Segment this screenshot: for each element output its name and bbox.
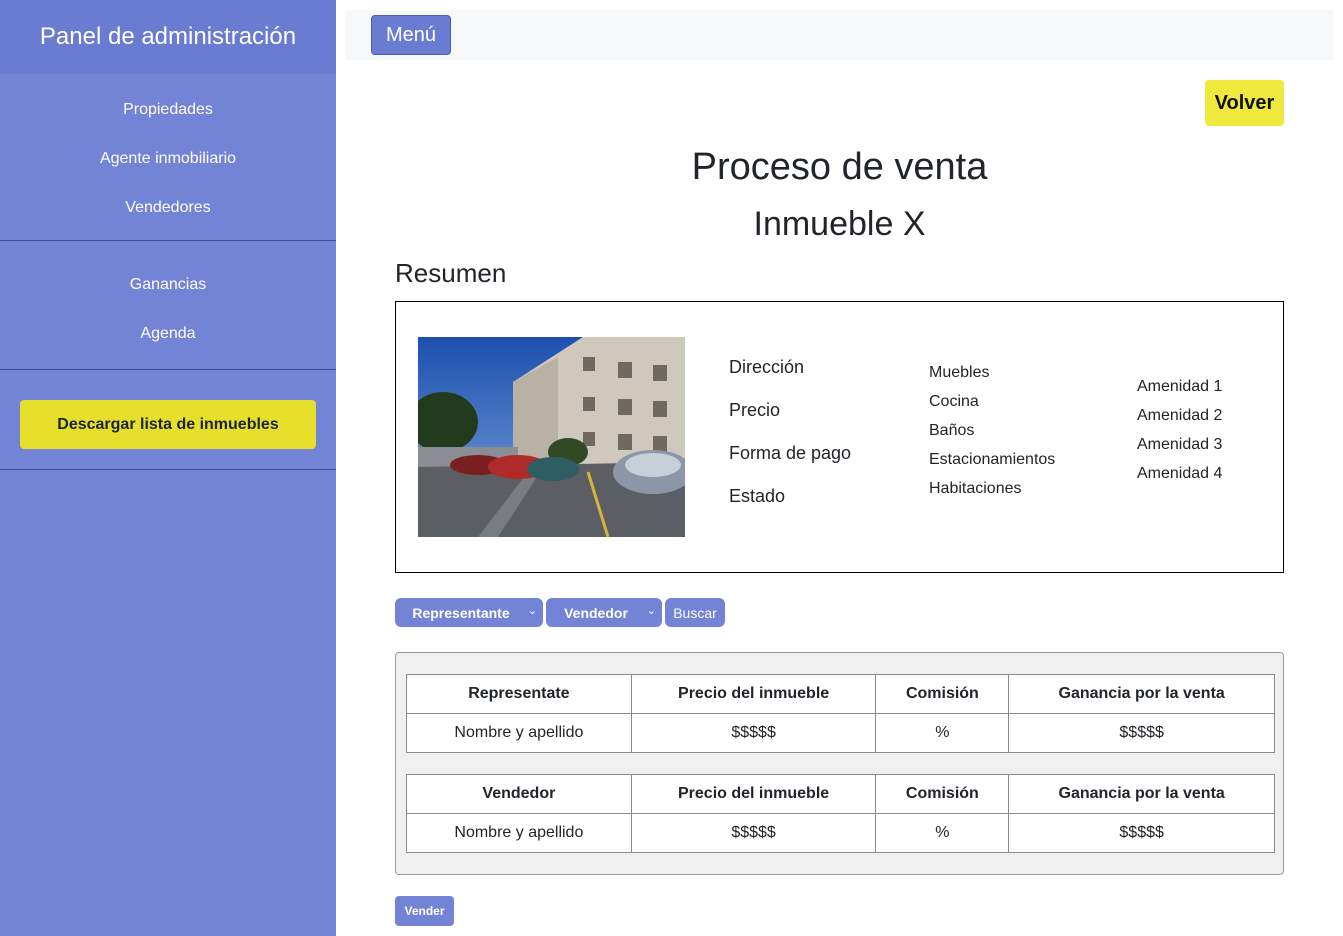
sidebar-item-agenda[interactable]: Agenda (0, 311, 336, 360)
feature-habitaciones: Habitaciones (929, 480, 1022, 497)
details-column: Dirección Precio Forma de pago Estado (729, 357, 851, 529)
table-cell: % (875, 713, 1010, 753)
sidebar-title: Panel de administración (0, 0, 336, 74)
detail-direccion: Dirección (729, 357, 805, 377)
sell-button[interactable]: Vender (395, 896, 454, 926)
amenity-4: Amenidad 4 (1137, 465, 1223, 482)
detail-precio: Precio (729, 400, 781, 420)
search-button[interactable]: Buscar (665, 598, 725, 627)
summary-heading: Resumen (395, 258, 507, 288)
chevron-down-icon: ⌄ (527, 605, 537, 617)
representante-select[interactable]: Representante ⌄ (395, 598, 543, 627)
table-cell: Nombre y apellido (406, 813, 632, 853)
amenity-3: Amenidad 3 (1137, 436, 1223, 453)
filter-bar: Representante ⌄ Vendedor ⌄ Buscar (395, 598, 725, 627)
back-button[interactable]: Volver (1205, 80, 1284, 126)
table-header: Representate (406, 674, 632, 714)
feature-cocina: Cocina (929, 393, 979, 410)
sidebar-item-ganancias[interactable]: Ganancias (0, 262, 336, 311)
seller-table: Vendedor Precio del inmueble Comisión Ga… (406, 774, 1275, 853)
detail-estado: Estado (729, 486, 786, 506)
representative-table: Representate Precio del inmueble Comisió… (406, 674, 1275, 753)
nav-group-secondary: Ganancias Agenda (0, 241, 336, 370)
sidebar-item-vendedores[interactable]: Vendedores (0, 185, 336, 234)
table-header: Precio del inmueble (630, 774, 877, 814)
property-name: Inmueble X (753, 205, 926, 243)
sidebar-item-agente[interactable]: Agente inmobiliario (0, 136, 336, 185)
vendedor-select-label: Vendedor (564, 604, 628, 621)
table-cell: $$$$$ (630, 813, 877, 853)
table-cell: % (875, 813, 1010, 853)
feature-estacionamientos: Estacionamientos (929, 451, 1056, 468)
nav-group-main: Propiedades Agente inmobiliario Vendedor… (0, 74, 336, 241)
table-header: Ganancia por la venta (1008, 674, 1275, 714)
summary-card: Dirección Precio Forma de pago Estado Mu… (395, 301, 1284, 573)
table-header: Precio del inmueble (630, 674, 877, 714)
commission-tables: Representate Precio del inmueble Comisió… (395, 652, 1284, 875)
table-row: Nombre y apellido $$$$$ % $$$$$ (406, 713, 1275, 753)
table-cell: Nombre y apellido (406, 713, 632, 753)
vendedor-select[interactable]: Vendedor ⌄ (546, 598, 662, 627)
table-header: Ganancia por la venta (1008, 774, 1275, 814)
menu-button[interactable]: Menú (371, 15, 451, 55)
sidebar-item-propiedades[interactable]: Propiedades (0, 87, 336, 136)
table-cell: $$$$$ (1008, 813, 1275, 853)
table-header-row: Representate Precio del inmueble Comisió… (406, 674, 1275, 714)
chevron-down-icon: ⌄ (646, 605, 656, 617)
table-header-row: Vendedor Precio del inmueble Comisión Ga… (406, 774, 1275, 814)
page-title: Proceso de venta (691, 146, 988, 188)
sidebar: Panel de administración Propiedades Agen… (0, 0, 336, 936)
feature-banos: Baños (929, 422, 975, 439)
property-photo (418, 337, 685, 537)
features-column: Muebles Cocina Baños Estacionamientos Ha… (929, 364, 1055, 509)
download-section: Descargar lista de inmuebles (0, 370, 336, 470)
table-header: Vendedor (406, 774, 632, 814)
table-header: Comisión (875, 774, 1010, 814)
top-bar: Menú (346, 10, 1333, 60)
feature-muebles: Muebles (929, 364, 990, 381)
table-header: Comisión (875, 674, 1010, 714)
detail-forma-pago: Forma de pago (729, 443, 852, 463)
table-row: Nombre y apellido $$$$$ % $$$$$ (406, 813, 1275, 853)
amenity-1: Amenidad 1 (1137, 378, 1223, 395)
table-cell: $$$$$ (1008, 713, 1275, 753)
amenities-column: Amenidad 1 Amenidad 2 Amenidad 3 Amenida… (1137, 378, 1222, 494)
representante-select-label: Representante (412, 604, 510, 621)
download-list-button[interactable]: Descargar lista de inmuebles (20, 400, 316, 449)
table-cell: $$$$$ (630, 713, 877, 753)
amenity-2: Amenidad 2 (1137, 407, 1223, 424)
